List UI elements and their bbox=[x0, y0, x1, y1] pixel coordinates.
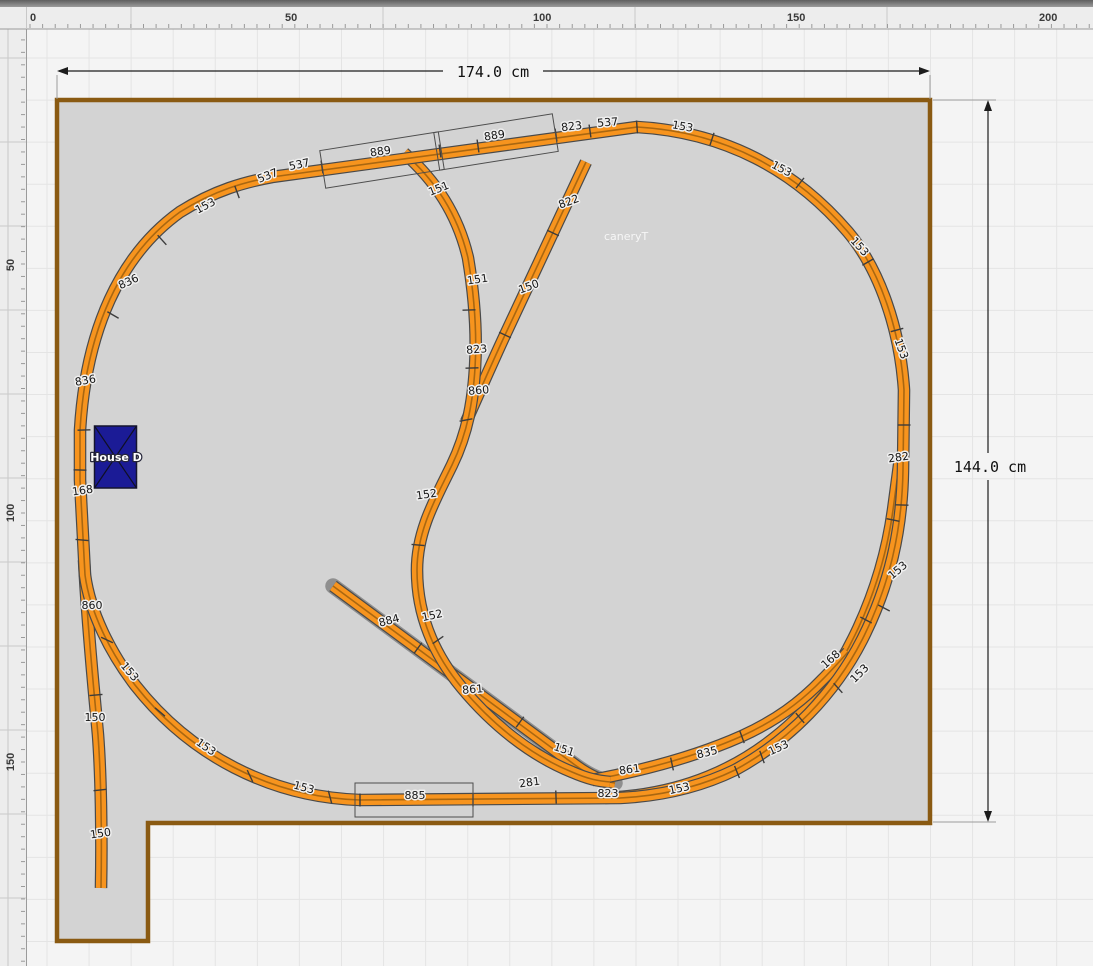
track-piece-label: 861 bbox=[462, 682, 484, 697]
ruler-unit-label: 50 bbox=[285, 12, 297, 24]
ruler-unit-label: 100 bbox=[533, 12, 551, 24]
track-piece-label: 150 bbox=[85, 711, 106, 724]
house-label: House D bbox=[90, 451, 142, 464]
layout-canvas[interactable]: House D 53753788988982353715315315315328… bbox=[0, 0, 1093, 966]
track-piece-label: 823 bbox=[560, 119, 582, 134]
ruler-unit-label: 150 bbox=[5, 753, 17, 771]
ruler-unit-label: 150 bbox=[787, 12, 805, 24]
width-dimension-label: 174.0 cm bbox=[457, 63, 529, 81]
house-d[interactable]: House D bbox=[90, 426, 142, 488]
track-piece-label: 823 bbox=[466, 342, 488, 357]
ruler-unit-label: 0 bbox=[30, 12, 36, 24]
baseboard[interactable] bbox=[57, 100, 930, 941]
height-dimension-label: 144.0 cm bbox=[954, 458, 1026, 476]
ruler-unit-label: 100 bbox=[5, 504, 17, 522]
app-window: House D 53753788988982353715315315315328… bbox=[0, 0, 1093, 966]
ruler-unit-label: 200 bbox=[1039, 12, 1057, 24]
track-piece-label: 537 bbox=[597, 115, 619, 130]
track-piece-label: 860 bbox=[82, 599, 103, 612]
horizontal-ruler: 0 50 100 150 200 bbox=[0, 7, 1093, 29]
track-piece-label: 823 bbox=[598, 787, 619, 800]
track-piece-label: 860 bbox=[468, 383, 490, 398]
watermark-text: caneryT bbox=[604, 230, 649, 243]
ruler-unit-label: 50 bbox=[5, 259, 17, 271]
vertical-ruler: 50 100 150 bbox=[0, 29, 27, 966]
window-edge-bar bbox=[0, 0, 1093, 7]
track-piece-label: 885 bbox=[405, 789, 426, 802]
